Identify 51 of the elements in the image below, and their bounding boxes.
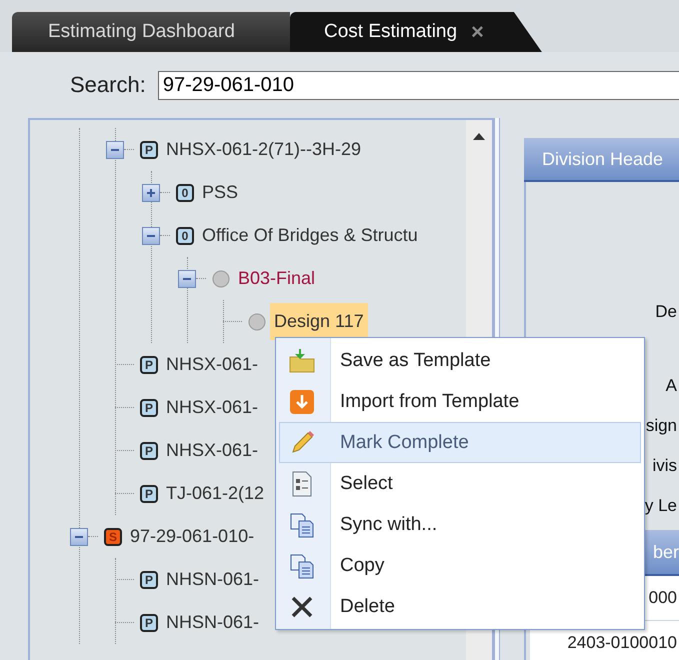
tree-node-label[interactable]: Office Of Bridges & Structu bbox=[202, 225, 418, 246]
scroll-up-icon[interactable] bbox=[473, 132, 485, 140]
node-badge: P bbox=[140, 614, 158, 632]
plus-icon bbox=[146, 188, 156, 198]
copy-icon bbox=[288, 552, 316, 580]
field-label: De bbox=[655, 302, 677, 322]
tree-node-label[interactable]: 97-29-061-010- bbox=[130, 526, 254, 547]
field-label: sign bbox=[646, 416, 677, 436]
expand-toggle[interactable] bbox=[142, 184, 160, 202]
node-badge: P bbox=[140, 356, 158, 374]
menu-item[interactable]: Save as Template bbox=[279, 340, 641, 381]
node-badge: 0 bbox=[176, 226, 194, 244]
tree-node-label[interactable]: NHSX-061- bbox=[166, 397, 258, 418]
tab[interactable]: Cost Estimating × bbox=[290, 12, 542, 52]
status-ball-icon bbox=[248, 312, 266, 330]
collapse-toggle[interactable] bbox=[70, 528, 88, 546]
close-icon[interactable]: × bbox=[471, 19, 484, 45]
node-badge: P bbox=[140, 140, 158, 158]
field-label: ivis bbox=[652, 456, 677, 476]
search-field[interactable]: 97-29-061-010 bbox=[158, 70, 679, 100]
tree-node-label[interactable]: Design 117 bbox=[274, 311, 364, 332]
tree-node-label[interactable]: B03-Final bbox=[238, 268, 316, 289]
menu-item[interactable]: Select bbox=[279, 463, 641, 504]
tree-node-label[interactable]: TJ-061-2(12 bbox=[166, 483, 264, 504]
tab[interactable]: Estimating Dashboard bbox=[12, 12, 290, 52]
menu-item[interactable]: Sync with... bbox=[279, 504, 641, 545]
tree-node-label[interactable]: NHSX-061- bbox=[166, 354, 258, 375]
copy-icon bbox=[288, 510, 316, 538]
node-badge: P bbox=[140, 484, 158, 502]
collapse-toggle[interactable] bbox=[106, 140, 124, 158]
node-badge: P bbox=[140, 570, 158, 588]
folder-icon bbox=[288, 346, 316, 374]
search-label: Search: bbox=[70, 72, 146, 98]
menu-item[interactable]: Import from Template bbox=[279, 381, 641, 422]
node-badge: S bbox=[104, 528, 122, 546]
status-ball-icon bbox=[212, 270, 230, 288]
menu-item[interactable]: Mark Complete bbox=[279, 422, 641, 463]
tree-node-label[interactable]: NHSN-061- bbox=[166, 612, 260, 633]
tree-node-label[interactable]: PSS bbox=[202, 182, 238, 203]
node-badge: P bbox=[140, 442, 158, 460]
panel-header: Division Heade bbox=[524, 138, 679, 182]
node-badge: P bbox=[140, 398, 158, 416]
field-label: y Le bbox=[644, 496, 677, 516]
tree-node-label[interactable]: NHSN-061- bbox=[166, 569, 260, 590]
tree-node-label[interactable]: NHSX-061-2(71)--3H-29 bbox=[166, 139, 362, 160]
collapse-toggle[interactable] bbox=[178, 270, 196, 288]
tree-node-label[interactable]: NHSX-061- bbox=[166, 440, 258, 461]
collapse-toggle[interactable] bbox=[142, 226, 160, 244]
download-icon bbox=[288, 388, 316, 416]
node-badge: 0 bbox=[176, 184, 194, 202]
field-label: A bbox=[666, 376, 677, 396]
